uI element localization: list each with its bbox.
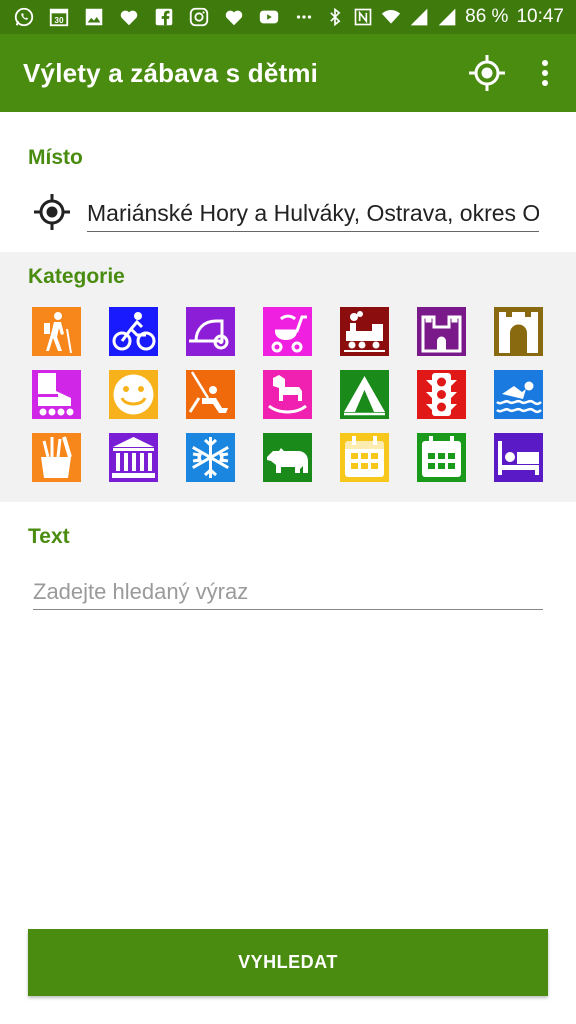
my-location-button[interactable] [466, 52, 508, 94]
wifi-icon [381, 10, 401, 24]
system-status: 86 % 10:47 [325, 4, 564, 30]
app-title: Výlety a zábava s dětmi [23, 58, 319, 88]
use-current-location-button[interactable] [32, 192, 72, 232]
snowflake-icon [186, 433, 235, 482]
category-winter[interactable] [186, 433, 235, 482]
bike-trailer-icon [186, 307, 235, 356]
inline-skate-icon [32, 370, 81, 419]
more-vert-icon [542, 60, 548, 86]
calendar-green-icon [417, 433, 466, 482]
hiking-icon [32, 307, 81, 356]
clock: 10:47 [516, 6, 564, 27]
category-fortress-gate[interactable] [494, 307, 543, 356]
category-events-yellow[interactable] [340, 433, 389, 482]
steam-train-icon [340, 307, 389, 356]
category-crafts[interactable] [32, 433, 81, 482]
search-text-input[interactable] [33, 574, 543, 610]
location-input[interactable] [87, 196, 539, 232]
calendar-day: 30 [54, 16, 64, 25]
crosshair-icon [34, 194, 70, 230]
stroller-icon [263, 307, 312, 356]
youtube-icon [257, 5, 281, 29]
category-museum[interactable] [109, 433, 158, 482]
bear-icon [263, 433, 312, 482]
category-fun[interactable] [109, 370, 158, 419]
swing-icon [186, 370, 235, 419]
smiley-icon [109, 370, 158, 419]
category-inline-skate[interactable] [32, 370, 81, 419]
more-dots-icon [292, 5, 316, 29]
overflow-menu-button[interactable] [530, 54, 560, 92]
facebook-icon [152, 5, 176, 29]
museum-icon [109, 433, 158, 482]
category-steam-train[interactable] [340, 307, 389, 356]
crosshair-icon [469, 55, 505, 91]
heart-icon [222, 5, 246, 29]
categories-label: Kategorie [28, 265, 125, 288]
nfc-icon [354, 8, 372, 26]
art-supplies-icon [32, 433, 81, 482]
notification-icons: 30 [12, 4, 316, 30]
category-cycling[interactable] [109, 307, 158, 356]
app-bar: Výlety a zábava s dětmi [0, 34, 576, 112]
castle-icon [417, 307, 466, 356]
calendar-icon: 30 [47, 5, 71, 29]
category-camping[interactable] [340, 370, 389, 419]
status-bar: 30 86 % 10:47 [0, 0, 576, 34]
rocking-horse-icon [263, 370, 312, 419]
heart-icon [117, 5, 141, 29]
instagram-icon [187, 5, 211, 29]
fortress-gate-icon [494, 307, 543, 356]
location-label: Místo [28, 146, 83, 169]
bluetooth-icon [330, 7, 341, 27]
signal-icon [410, 8, 428, 26]
category-playground[interactable] [186, 370, 235, 419]
search-button[interactable]: VYHLEDAT [28, 929, 548, 996]
category-stroller[interactable] [263, 307, 312, 356]
swimming-icon [494, 370, 543, 419]
category-traffic[interactable] [417, 370, 466, 419]
category-swimming[interactable] [494, 370, 543, 419]
battery-percent: 86 % [465, 6, 509, 27]
tent-icon [340, 370, 389, 419]
text-label: Text [28, 525, 70, 548]
category-zoo[interactable] [263, 433, 312, 482]
image-icon [82, 5, 106, 29]
signal-icon [438, 8, 456, 26]
cycling-icon [109, 307, 158, 356]
category-events-green[interactable] [417, 433, 466, 482]
category-toys[interactable] [263, 370, 312, 419]
calendar-yellow-icon [340, 433, 389, 482]
category-bike-trailer[interactable] [186, 307, 235, 356]
category-accommodation[interactable] [494, 433, 543, 482]
category-grid [32, 307, 544, 482]
whatsapp-icon [12, 5, 36, 29]
category-hiking[interactable] [32, 307, 81, 356]
traffic-light-icon [417, 370, 466, 419]
category-castle[interactable] [417, 307, 466, 356]
bed-icon [494, 433, 543, 482]
